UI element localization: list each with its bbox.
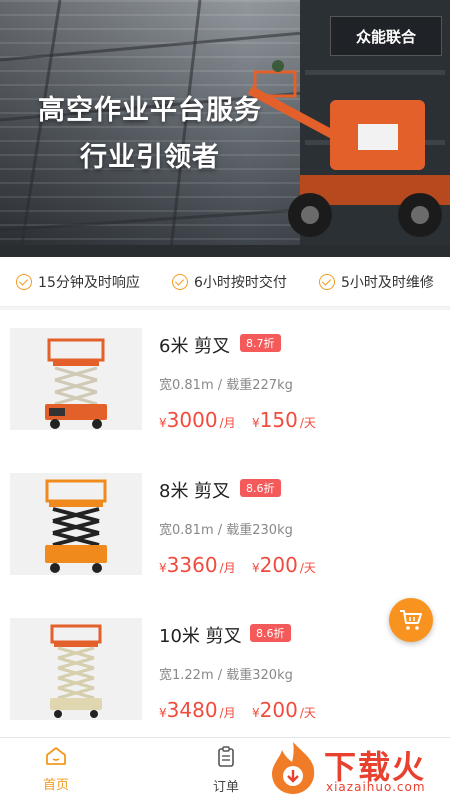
clipboard-icon [218,746,234,767]
check-circle-icon [319,273,336,290]
tab-orders[interactable]: 订单 [186,746,266,795]
discount-badge: 8.6折 [250,624,291,642]
monthly-price: ¥ 3480 /月 [159,698,236,722]
product-card[interactable]: 10米 剪叉 8.6折 宽1.22m / 载重320kg ¥ 3480 /月 ¥… [0,600,450,745]
promise-item: 5小时及时维修 [319,272,434,292]
product-card[interactable]: 8米 剪叉 8.6折 宽0.81m / 载重230kg ¥ 3360 /月 ¥ … [0,455,450,600]
product-spec: 宽0.81m / 载重230kg [159,523,293,538]
product-image [10,328,142,430]
tab-home[interactable]: 首页 [16,746,96,793]
daily-price: ¥ 150 /天 [252,408,316,432]
home-icon [46,747,66,765]
check-circle-icon [171,273,188,290]
hero-banner[interactable]: 众能联合 高空作业平台服务 行业引领者 [0,0,450,257]
tab-home-label: 首页 [42,778,69,793]
promise-item: 6小时按时交付 [171,272,287,292]
monthly-price: ¥ 3360 /月 [159,553,236,577]
scissor-lift-image [50,624,102,718]
watermark: 下载火 xiazaihuo.com [262,740,448,798]
daily-price: ¥ 200 /天 [252,553,316,577]
banner-headline-line1: 高空作业平台服务 [38,95,262,126]
product-image [10,618,142,720]
product-spec: 宽0.81m / 载重227kg [159,378,293,393]
product-card[interactable]: 6米 剪叉 8.7折 宽0.81m / 载重227kg ¥ 3000 /月 ¥ … [0,310,450,455]
check-circle-icon [16,273,33,290]
discount-badge: 8.7折 [240,334,281,352]
monthly-price: ¥ 3000 /月 [159,408,236,432]
scissor-lift-image [45,338,107,429]
scissor-lift-image [45,479,107,573]
cart-button[interactable] [389,598,433,642]
promise-text: 15分钟及时响应 [38,274,140,291]
product-name: 6米 剪叉 [159,336,231,357]
product-list: 6米 剪叉 8.7折 宽0.81m / 载重227kg ¥ 3000 /月 ¥ … [0,310,450,745]
product-image [10,473,142,575]
banner-headline-line2: 行业引领者 [80,142,220,173]
watermark-url: xiazaihuo.com [326,780,426,794]
product-spec: 宽1.22m / 载重320kg [159,668,293,683]
product-name: 10米 剪叉 [159,626,242,647]
promise-text: 6小时按时交付 [193,274,287,291]
service-promises: 15分钟及时响应 6小时按时交付 5小时及时维修 [0,257,450,307]
promise-item: 15分钟及时响应 [16,272,140,292]
brand-sign: 众能联合 [330,16,442,56]
daily-price: ¥ 200 /天 [252,698,316,722]
product-name: 8米 剪叉 [159,481,231,502]
flame-logo-icon [272,742,315,794]
discount-badge: 8.6折 [240,479,281,497]
tab-orders-label: 订单 [212,780,239,795]
promise-text: 5小时及时维修 [341,274,434,291]
shopping-cart-icon [400,610,422,630]
